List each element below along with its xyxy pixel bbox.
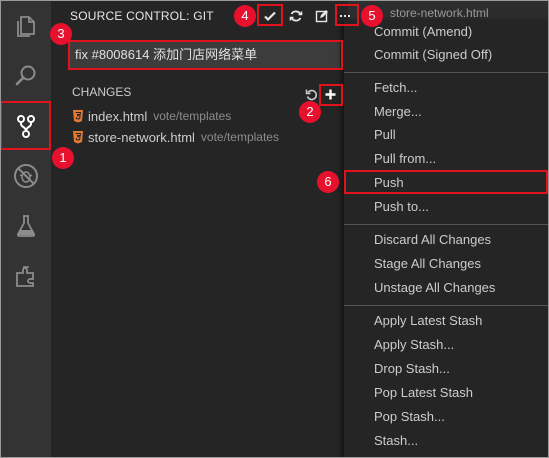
changes-section-header[interactable]: CHANGES bbox=[72, 85, 131, 99]
annotation-badge: 1 bbox=[52, 147, 74, 169]
file-name: store-network.html bbox=[88, 129, 195, 145]
files-icon bbox=[17, 16, 35, 37]
source-control-panel: SOURCE CONTROL: GIT fix #8008614 添加门店网络菜… bbox=[51, 1, 350, 457]
refresh-icon bbox=[289, 10, 303, 22]
menu-item-push[interactable]: Push bbox=[344, 171, 548, 195]
undo-icon bbox=[305, 89, 317, 100]
check-icon bbox=[264, 11, 276, 22]
menu-separator bbox=[344, 72, 548, 73]
open-changes-button[interactable] bbox=[313, 7, 331, 25]
discard-all-button[interactable] bbox=[303, 86, 319, 102]
flask-icon bbox=[16, 215, 36, 237]
extensions-button[interactable] bbox=[1, 251, 51, 301]
extensions-icon bbox=[16, 266, 34, 287]
commit-message-input[interactable]: fix #8008614 添加门店网络菜单 bbox=[70, 42, 340, 68]
debug-button[interactable] bbox=[1, 151, 51, 201]
menu-item-stage-all[interactable]: Stage All Changes bbox=[344, 252, 548, 276]
menu-item-apply-stash[interactable]: Apply Stash... bbox=[344, 333, 548, 357]
menu-item-pull-from[interactable]: Pull from... bbox=[344, 147, 548, 171]
menu-item-commit-signed-off[interactable]: Commit (Signed Off) bbox=[344, 43, 548, 67]
file-path: vote/templates bbox=[153, 109, 232, 123]
refresh-button[interactable] bbox=[287, 7, 305, 25]
edit-icon bbox=[315, 10, 328, 23]
menu-item-drop-stash[interactable]: Drop Stash... bbox=[344, 357, 548, 381]
git-branch-icon bbox=[17, 115, 35, 138]
menu-separator bbox=[344, 224, 548, 225]
explorer-button[interactable] bbox=[1, 1, 51, 51]
menu-item-discard-all[interactable]: Discard All Changes bbox=[344, 228, 548, 252]
annotation-badge: 6 bbox=[317, 171, 339, 193]
annotation-badge: 4 bbox=[234, 5, 256, 27]
source-control-button[interactable] bbox=[1, 101, 51, 151]
more-actions-menu: Commit (Amend) Commit (Signed Off) Fetch… bbox=[344, 20, 548, 457]
menu-item-stash[interactable]: Stash... bbox=[344, 429, 548, 453]
search-button[interactable] bbox=[1, 51, 51, 101]
menu-item-unstage-all[interactable]: Unstage All Changes bbox=[344, 276, 548, 300]
plus-icon bbox=[325, 89, 335, 99]
stage-all-button[interactable] bbox=[322, 86, 338, 102]
editor-tab-label[interactable]: store-network.html bbox=[390, 6, 489, 20]
html5-icon bbox=[73, 131, 83, 144]
html5-icon bbox=[73, 110, 83, 123]
search-icon bbox=[15, 65, 36, 86]
changed-file-row[interactable]: index.html vote/templates bbox=[72, 106, 231, 126]
menu-item-pull[interactable]: Pull bbox=[344, 123, 548, 147]
file-path: vote/templates bbox=[200, 130, 279, 144]
panel-title: SOURCE CONTROL: GIT bbox=[70, 9, 214, 23]
commit-button[interactable] bbox=[261, 7, 279, 25]
changed-file-row[interactable]: store-network.html vote/templates bbox=[72, 127, 279, 147]
menu-item-apply-latest-stash[interactable]: Apply Latest Stash bbox=[344, 309, 548, 333]
annotation-badge: 3 bbox=[50, 23, 72, 45]
annotation-badge: 2 bbox=[299, 101, 321, 123]
no-bug-icon bbox=[14, 164, 38, 188]
menu-item-pop-latest-stash[interactable]: Pop Latest Stash bbox=[344, 381, 548, 405]
menu-item-pop-stash[interactable]: Pop Stash... bbox=[344, 405, 548, 429]
menu-item-push-to[interactable]: Push to... bbox=[344, 195, 548, 219]
annotation-badge: 5 bbox=[361, 5, 383, 27]
file-name: index.html bbox=[88, 108, 148, 124]
menu-item-merge[interactable]: Merge... bbox=[344, 100, 548, 124]
activity-bar bbox=[1, 1, 51, 457]
menu-item-fetch[interactable]: Fetch... bbox=[344, 76, 548, 100]
menu-separator bbox=[344, 305, 548, 306]
test-button[interactable] bbox=[1, 201, 51, 251]
